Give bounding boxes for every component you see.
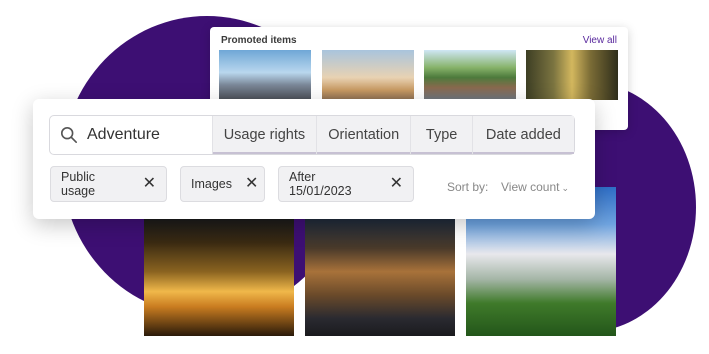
search-bar: Adventure Usage rights Orientation Type … bbox=[49, 115, 575, 155]
sort-value: View count bbox=[501, 180, 560, 194]
promoted-thumbnail-eiffel-tower[interactable] bbox=[322, 50, 414, 100]
close-icon[interactable]: ✕ bbox=[390, 176, 403, 192]
search-query: Adventure bbox=[87, 126, 160, 143]
filter-tab-label: Type bbox=[425, 127, 458, 143]
close-icon[interactable]: ✕ bbox=[143, 176, 156, 192]
filter-tab-date-added[interactable]: Date added bbox=[471, 116, 575, 154]
filter-tab-label: Orientation bbox=[328, 127, 400, 143]
filter-tab-label: Usage rights bbox=[223, 127, 306, 143]
search-input[interactable]: Adventure bbox=[50, 116, 212, 154]
filter-tab-type[interactable]: Type bbox=[410, 116, 473, 154]
sort-label: Sort by: bbox=[447, 180, 489, 194]
filter-chip-images[interactable]: Images ✕ bbox=[180, 166, 265, 202]
filter-chip-label: After 15/01/2023 bbox=[289, 170, 352, 198]
promoted-thumbnail-mountain[interactable] bbox=[219, 50, 311, 100]
chevron-down-icon: ⌄ bbox=[561, 183, 570, 193]
promoted-thumbnail-forest[interactable] bbox=[526, 50, 618, 100]
filter-chip-public-usage[interactable]: Public usage ✕ bbox=[50, 166, 167, 202]
search-panel: Adventure Usage rights Orientation Type … bbox=[33, 99, 595, 219]
filter-chip-label: Images bbox=[191, 177, 232, 191]
sort-dropdown[interactable]: View count ⌄ bbox=[501, 180, 569, 194]
view-all-link[interactable]: View all bbox=[583, 35, 617, 46]
result-photo-pyramid[interactable] bbox=[144, 219, 294, 336]
close-icon[interactable]: ✕ bbox=[245, 176, 258, 192]
promoted-thumbnail-houses[interactable] bbox=[424, 50, 516, 100]
result-photo-old-town[interactable] bbox=[305, 219, 455, 336]
promoted-items-title: Promoted items bbox=[221, 35, 297, 46]
filter-chip-label: Public usage bbox=[61, 170, 96, 198]
filter-chip-date[interactable]: After 15/01/2023 ✕ bbox=[278, 166, 414, 202]
filter-tab-usage-rights[interactable]: Usage rights bbox=[211, 116, 317, 154]
filter-tab-orientation[interactable]: Orientation bbox=[316, 116, 411, 154]
filter-tab-label: Date added bbox=[485, 127, 561, 143]
search-icon bbox=[60, 126, 78, 144]
